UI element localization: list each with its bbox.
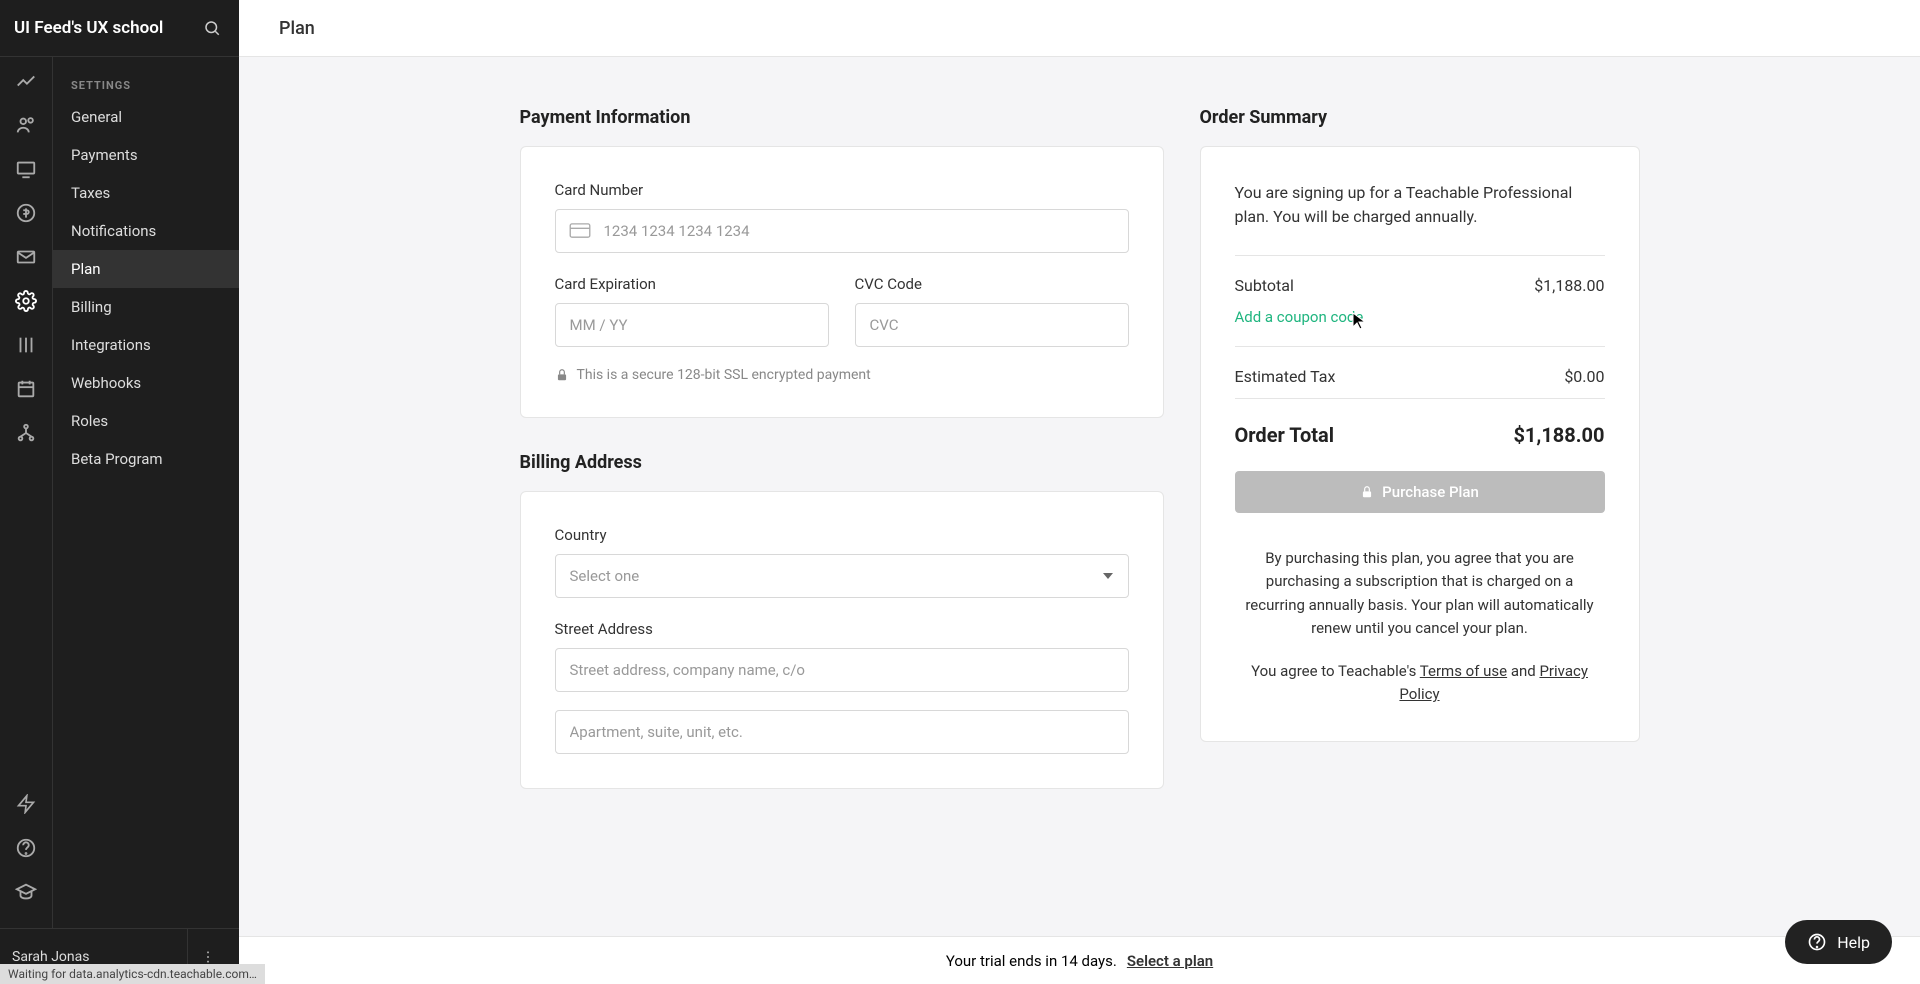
billing-section-title: Billing Address: [520, 452, 1164, 473]
legal-text-2: You agree to Teachable's Terms of use an…: [1235, 660, 1605, 707]
top-bar: Plan: [239, 0, 1920, 57]
expiration-input[interactable]: [555, 303, 829, 347]
analytics-icon[interactable]: [14, 69, 38, 93]
help-icon[interactable]: [14, 836, 38, 860]
lock-icon: [1360, 485, 1374, 499]
total-value: $1,188.00: [1513, 423, 1604, 447]
summary-description: You are signing up for a Teachable Profe…: [1235, 181, 1605, 229]
site-icon[interactable]: [14, 157, 38, 181]
graduation-icon[interactable]: [14, 880, 38, 904]
street-label: Street Address: [555, 620, 1129, 638]
page-title: Plan: [279, 18, 315, 39]
card-number-label: Card Number: [555, 181, 1129, 199]
help-circle-icon: [1807, 932, 1827, 952]
expiration-label: Card Expiration: [555, 275, 829, 293]
school-title: UI Feed's UX school: [14, 18, 199, 38]
icon-rail: [0, 57, 53, 984]
calendar-icon[interactable]: [14, 377, 38, 401]
settings-icon[interactable]: [14, 289, 38, 313]
nav-heading: SETTINGS: [53, 73, 239, 98]
secure-note-text: This is a secure 128-bit SSL encrypted p…: [577, 367, 871, 383]
search-icon: [203, 19, 221, 37]
billing-card: Country Select one Street Address: [520, 491, 1164, 789]
nav-area: SETTINGS General Payments Taxes Notifica…: [53, 57, 239, 984]
street-input[interactable]: [555, 648, 1129, 692]
country-select[interactable]: Select one: [555, 554, 1129, 598]
cvc-label: CVC Code: [855, 275, 1129, 293]
purchase-button[interactable]: Purchase Plan: [1235, 471, 1605, 513]
more-vertical-icon: [200, 949, 216, 965]
nav-item-taxes[interactable]: Taxes: [53, 174, 239, 212]
country-label: Country: [555, 526, 1129, 544]
subtotal-label: Subtotal: [1235, 276, 1294, 295]
status-bar: Waiting for data.analytics-cdn.teachable…: [0, 964, 265, 984]
user-name: Sarah Jonas: [12, 949, 187, 965]
cvc-input[interactable]: [855, 303, 1129, 347]
legal-text-1: By purchasing this plan, you agree that …: [1235, 547, 1605, 640]
terms-link[interactable]: Terms of use: [1420, 662, 1507, 680]
nav-item-billing[interactable]: Billing: [53, 288, 239, 326]
tax-value: $0.00: [1564, 367, 1604, 386]
nav-item-notifications[interactable]: Notifications: [53, 212, 239, 250]
bolt-icon[interactable]: [14, 792, 38, 816]
nav-item-payments[interactable]: Payments: [53, 136, 239, 174]
nav-item-plan[interactable]: Plan: [53, 250, 239, 288]
sidebar-header: UI Feed's UX school: [0, 0, 239, 57]
sidebar: UI Feed's UX school SETTINGS General Pay…: [0, 0, 239, 984]
coupon-link[interactable]: Add a coupon code: [1235, 308, 1364, 326]
main-content: Payment Information Card Number Card Exp…: [239, 57, 1920, 936]
nav-item-beta[interactable]: Beta Program: [53, 440, 239, 478]
nav-item-roles[interactable]: Roles: [53, 402, 239, 440]
credit-card-icon: [569, 223, 591, 239]
tax-row: Estimated Tax $0.00: [1235, 347, 1605, 398]
apartment-input[interactable]: [555, 710, 1129, 754]
total-label: Order Total: [1235, 423, 1335, 447]
trial-bar: Your trial ends in 14 days. Select a pla…: [239, 936, 1920, 984]
search-button[interactable]: [199, 15, 225, 41]
select-plan-link[interactable]: Select a plan: [1127, 952, 1213, 970]
purchase-button-label: Purchase Plan: [1382, 483, 1479, 501]
lock-icon: [555, 368, 569, 382]
summary-card: You are signing up for a Teachable Profe…: [1200, 146, 1640, 742]
nav-item-webhooks[interactable]: Webhooks: [53, 364, 239, 402]
subtotal-value: $1,188.00: [1534, 276, 1604, 295]
subtotal-row: Subtotal $1,188.00: [1235, 256, 1605, 307]
help-button[interactable]: Help: [1785, 920, 1892, 964]
users-icon[interactable]: [14, 113, 38, 137]
nav-item-integrations[interactable]: Integrations: [53, 326, 239, 364]
sales-icon[interactable]: [14, 201, 38, 225]
payment-section-title: Payment Information: [520, 107, 1164, 128]
emails-icon[interactable]: [14, 245, 38, 269]
secure-note: This is a secure 128-bit SSL encrypted p…: [555, 367, 1129, 383]
payment-card: Card Number Card Expiration CVC Code: [520, 146, 1164, 418]
card-number-input[interactable]: [555, 209, 1129, 253]
hierarchy-icon[interactable]: [14, 421, 38, 445]
total-row: Order Total $1,188.00: [1235, 399, 1605, 471]
nav-item-general[interactable]: General: [53, 98, 239, 136]
help-button-label: Help: [1837, 933, 1870, 952]
trial-message: Your trial ends in 14 days.: [946, 952, 1117, 970]
summary-section-title: Order Summary: [1200, 107, 1640, 128]
courses-icon[interactable]: [14, 333, 38, 357]
tax-label: Estimated Tax: [1235, 367, 1336, 386]
